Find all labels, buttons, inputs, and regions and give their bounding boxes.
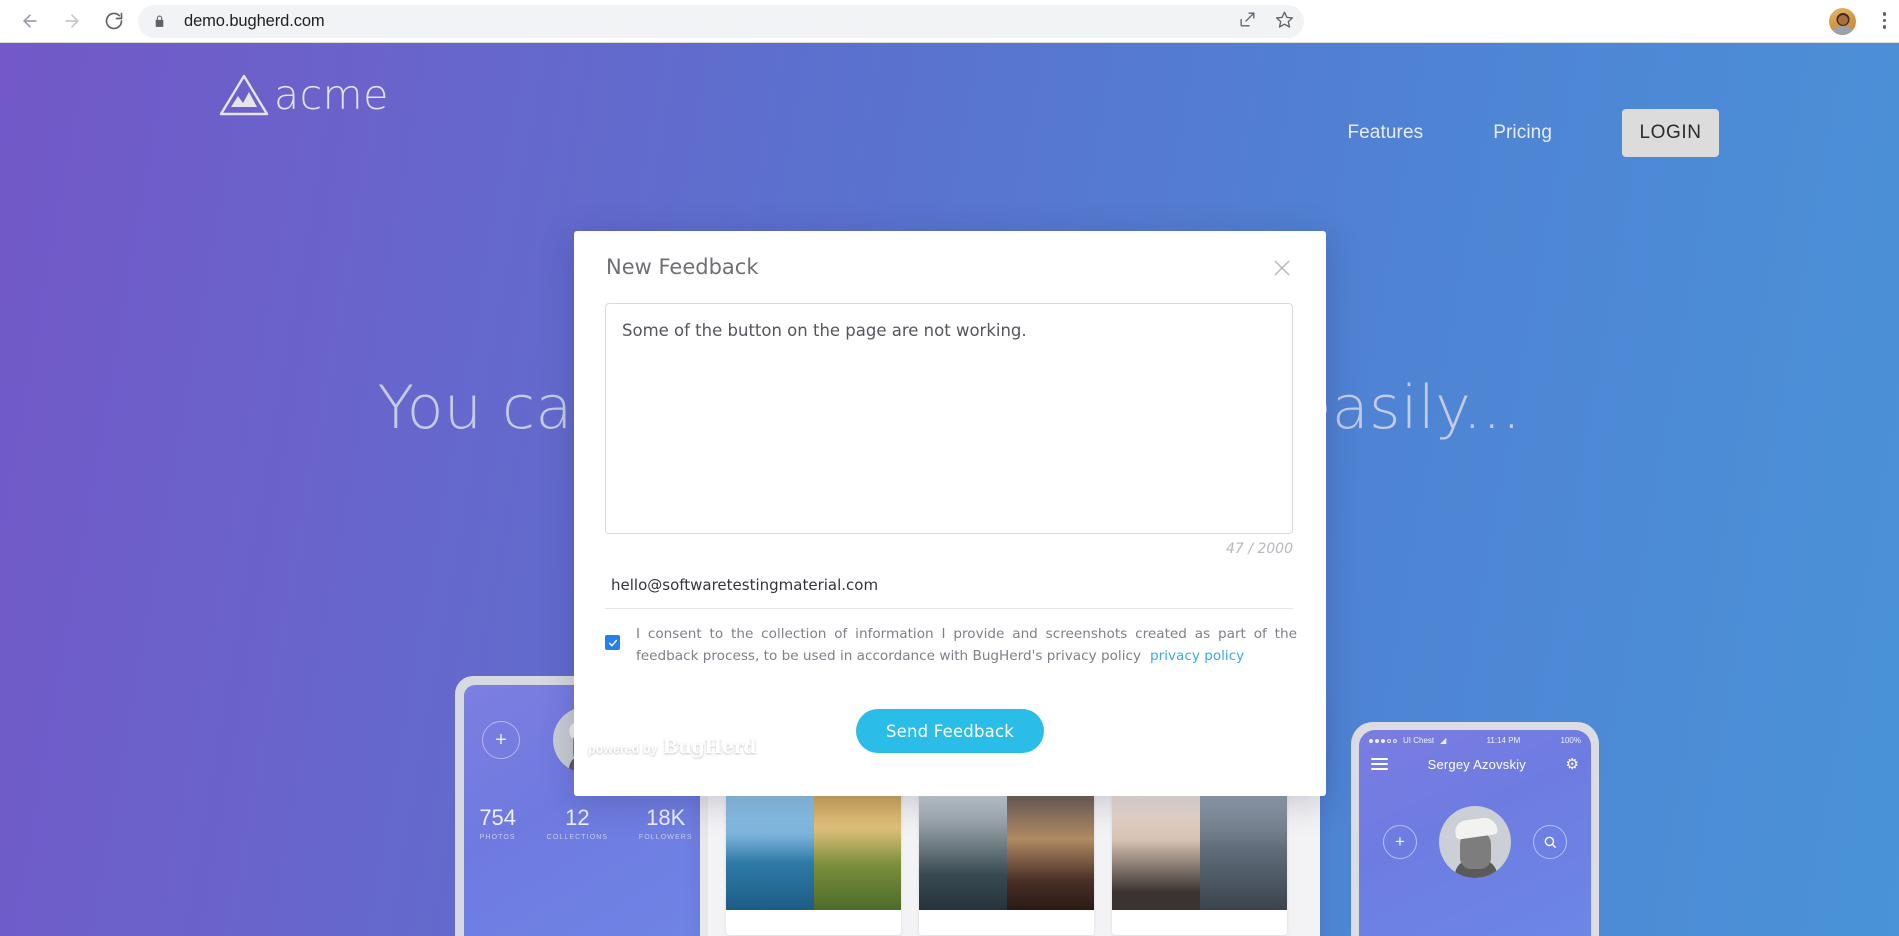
- consent-checkbox[interactable]: [605, 635, 620, 650]
- close-icon[interactable]: [1265, 251, 1299, 285]
- share-icon[interactable]: [1238, 10, 1257, 34]
- arrow-left-icon: [23, 14, 37, 28]
- modal-header: New Feedback: [574, 231, 1326, 309]
- avatar[interactable]: [1829, 8, 1856, 35]
- reload-icon: [105, 12, 123, 30]
- email-field[interactable]: [605, 569, 1293, 609]
- star-icon[interactable]: [1275, 10, 1294, 34]
- feedback-textarea[interactable]: [605, 303, 1293, 534]
- url-text: demo.bugherd.com: [184, 12, 325, 30]
- back-button[interactable]: [10, 1, 50, 41]
- modal-title: New Feedback: [606, 255, 759, 279]
- browser-toolbar: demo.bugherd.com: [0, 0, 1899, 43]
- address-bar[interactable]: demo.bugherd.com: [138, 5, 1304, 38]
- powered-by-label: powered by: [588, 742, 658, 756]
- check-icon: [608, 639, 617, 646]
- privacy-policy-link[interactable]: privacy policy: [1150, 648, 1244, 664]
- modal-overlay: New Feedback 47 / 2000 I consent to the …: [0, 43, 1899, 936]
- consent-text: I consent to the collection of informati…: [636, 623, 1297, 667]
- forward-button[interactable]: [52, 1, 92, 41]
- browser-nav-buttons: [0, 1, 134, 41]
- send-feedback-button[interactable]: Send Feedback: [856, 709, 1044, 753]
- bugherd-brand: BugHerd: [662, 736, 757, 758]
- web-page: acme Features Pricing LOGIN You can now …: [0, 43, 1899, 936]
- lock-icon: [150, 14, 168, 29]
- reload-button[interactable]: [94, 1, 134, 41]
- character-counter: 47 / 2000: [1225, 541, 1293, 557]
- consent-row[interactable]: I consent to the collection of informati…: [605, 623, 1297, 667]
- new-feedback-modal: New Feedback 47 / 2000 I consent to the …: [574, 231, 1326, 796]
- powered-by-bugherd-badge[interactable]: powered by BugHerd: [588, 736, 757, 758]
- kebab-menu-icon[interactable]: [1882, 12, 1886, 29]
- arrow-right-icon: [65, 14, 79, 28]
